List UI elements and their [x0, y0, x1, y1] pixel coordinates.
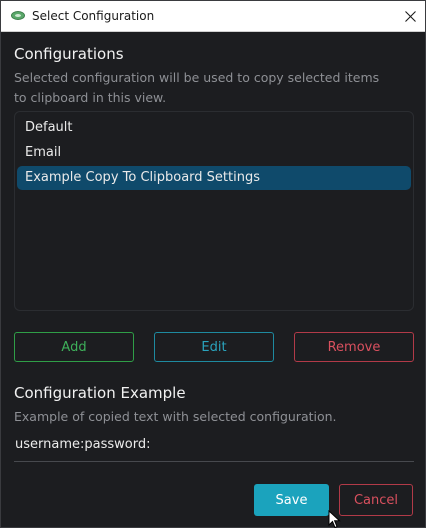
mouse-cursor-icon	[328, 510, 341, 528]
title-bar: Select Configuration	[1, 1, 425, 32]
cancel-button[interactable]: Cancel	[339, 484, 413, 516]
close-button[interactable]	[395, 1, 425, 32]
example-output-text: username:password:	[15, 437, 151, 452]
save-button[interactable]: Save	[254, 484, 329, 516]
close-icon	[404, 11, 416, 22]
select-configuration-dialog: Select Configuration Configurations Sele…	[0, 0, 426, 528]
configurations-heading: Configurations	[14, 45, 124, 63]
configuration-example-heading: Configuration Example	[14, 384, 186, 402]
configuration-example-description: Example of copied text with selected con…	[14, 409, 337, 424]
configuration-list[interactable]: Default Email Example Copy To Clipboard …	[14, 111, 414, 311]
example-underline-divider	[14, 461, 414, 462]
configurations-description-line2: to clipboard in this view.	[14, 90, 167, 105]
list-item-email[interactable]: Email	[17, 141, 411, 165]
window-title: Select Configuration	[32, 9, 155, 23]
add-button[interactable]: Add	[14, 332, 134, 362]
list-item-default[interactable]: Default	[17, 116, 411, 140]
app-logo-icon	[11, 11, 25, 20]
remove-button[interactable]: Remove	[294, 332, 414, 362]
list-item-example-copy-settings[interactable]: Example Copy To Clipboard Settings	[17, 166, 411, 190]
edit-button[interactable]: Edit	[154, 332, 274, 362]
configurations-description-line1: Selected configuration will be used to c…	[14, 70, 380, 85]
